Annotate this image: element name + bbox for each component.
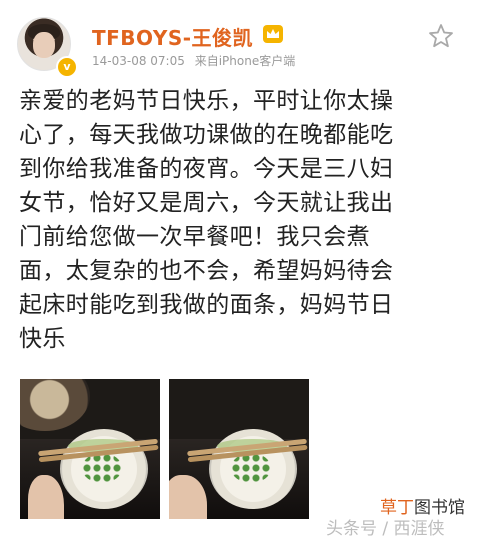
post-photo-1[interactable] (20, 379, 160, 519)
content-line: 亲爱的老妈节日快乐，平时让你太操 (19, 88, 394, 114)
pan (20, 379, 90, 431)
post-date: 14-03-08 07:05 (92, 54, 185, 68)
source-watermark: 头条号 / 西涯侠 (326, 519, 445, 539)
weibo-post: v TFBOYS-王俊凯 14-03-08 07:05 来自iPhone客户端 … (0, 0, 479, 540)
post-content: 亲爱的老妈节日快乐，平时让你太操 心了，每天我做功课做的在晚都能吃 到你给我准备… (19, 84, 465, 356)
peas (231, 453, 271, 483)
content-line: 心了，每天我做功课做的在晚都能吃 (19, 122, 394, 148)
post-source[interactable]: 来自iPhone客户端 (195, 54, 296, 68)
content-line: 起床时能吃到我做的面条，妈妈节日 (19, 292, 394, 318)
crown-icon (263, 25, 283, 43)
username[interactable]: TFBOYS-王俊凯 (92, 22, 253, 51)
verified-badge-icon: v (56, 56, 78, 78)
content-line: 门前给您做一次早餐吧！我只会煮 (19, 224, 370, 250)
peas (82, 453, 122, 483)
content-line: 面，太复杂的也不会，希望妈妈待会 (19, 258, 394, 284)
content-line: 到你给我准备的夜宵。今天是三八妇 (19, 156, 394, 182)
star-outline-icon[interactable] (427, 22, 455, 50)
content-line: 快乐 (19, 326, 66, 352)
content-line: 女节，恰好又是周六，今天就让我出 (19, 190, 394, 216)
post-photo-2[interactable] (169, 379, 309, 519)
post-meta: 14-03-08 07:05 来自iPhone客户端 (92, 52, 301, 69)
avatar-face (33, 32, 55, 58)
